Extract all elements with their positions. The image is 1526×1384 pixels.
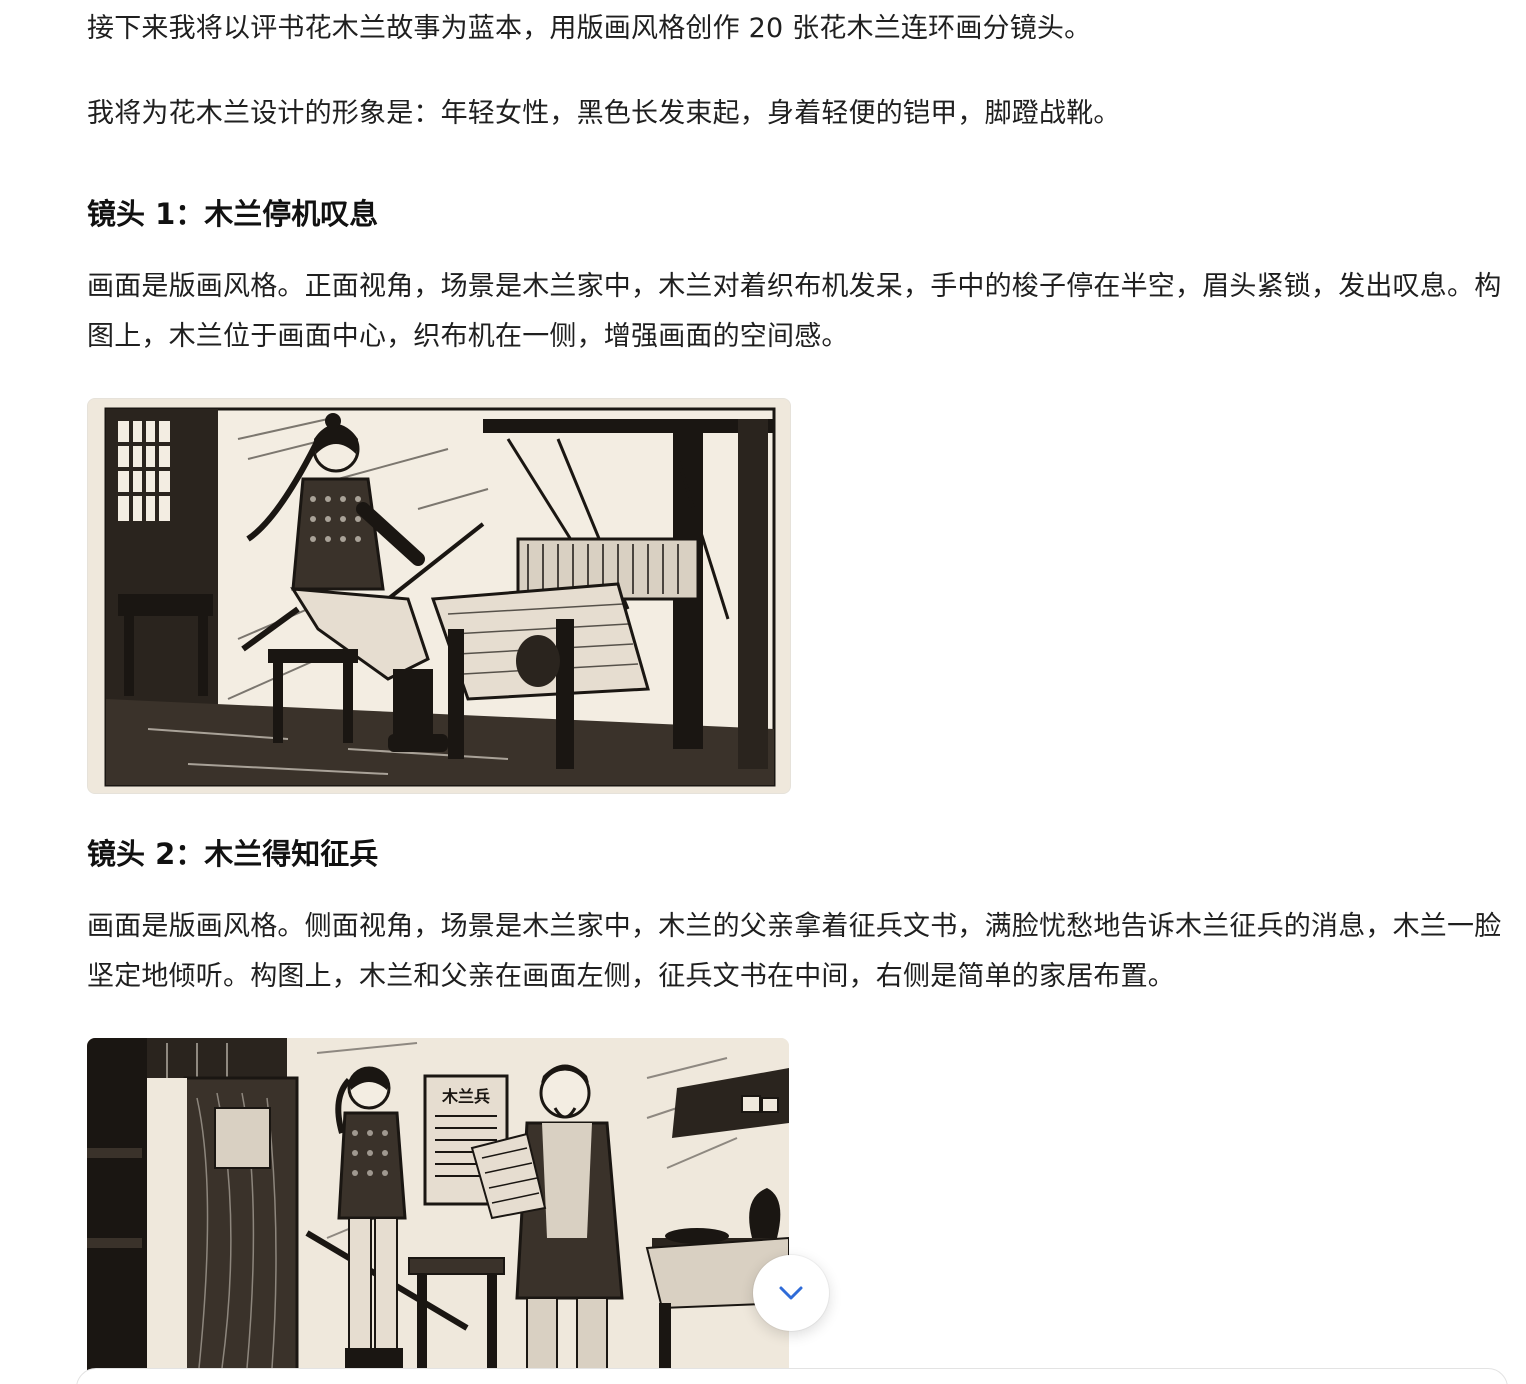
chat-input-box[interactable]	[76, 1368, 1508, 1384]
shot-1-image[interactable]	[87, 398, 791, 794]
chat-page: 接下来我将以评书花木兰故事为蓝本，用版画风格创作 20 张花木兰连环画分镜头。 …	[0, 0, 1526, 1384]
character-design-paragraph: 我将为花木兰设计的形象是：年轻女性，黑色长发束起，身着轻便的铠甲，脚蹬战靴。	[87, 98, 1121, 129]
shot-2-title: 镜头 2：木兰得知征兵	[87, 837, 379, 871]
chevron-down-icon	[779, 1286, 803, 1300]
shot-2-image[interactable]: 木兰兵	[87, 1038, 789, 1384]
intro-paragraph: 接下来我将以评书花木兰故事为蓝本，用版画风格创作 20 张花木兰连环画分镜头。	[87, 13, 1092, 44]
scroll-to-bottom-button[interactable]	[753, 1255, 829, 1331]
shot-1-description: 画面是版画风格。正面视角，场景是木兰家中，木兰对着织布机发呆，手中的梭子停在半空…	[87, 271, 1502, 352]
shot-2-description: 画面是版画风格。侧面视角，场景是木兰家中，木兰的父亲拿着征兵文书，满脸忧愁地告诉…	[87, 911, 1502, 992]
conscription-poster-title: 木兰兵	[441, 1087, 490, 1106]
shot-1-title: 镜头 1：木兰停机叹息	[87, 197, 379, 231]
